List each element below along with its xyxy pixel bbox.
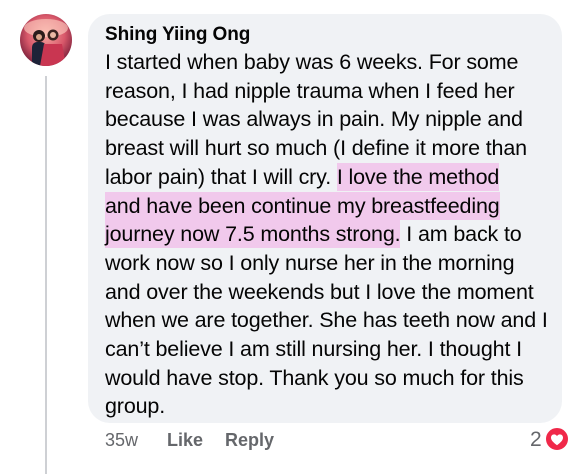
reaction-count: 2 — [530, 428, 542, 451]
heart-icon — [544, 426, 570, 452]
highlighted-text: journey now 7.5 months strong. — [105, 220, 401, 249]
reply-button[interactable]: Reply — [225, 430, 274, 451]
comment-text-part: I am back to work now so I only nurse he… — [105, 222, 548, 419]
avatar-image — [20, 14, 72, 66]
thread-line — [45, 76, 47, 474]
comment-author[interactable]: Shing Yiing Ong — [105, 24, 250, 46]
highlighted-text: I love the method — [336, 162, 500, 191]
highlighted-text: and have been continue my breastfeeding — [105, 191, 500, 220]
like-button[interactable]: Like — [167, 430, 203, 451]
timestamp[interactable]: 35w — [105, 430, 138, 451]
avatar[interactable] — [20, 14, 72, 66]
comment-text: I started when baby was 6 weeks. For som… — [105, 48, 550, 421]
